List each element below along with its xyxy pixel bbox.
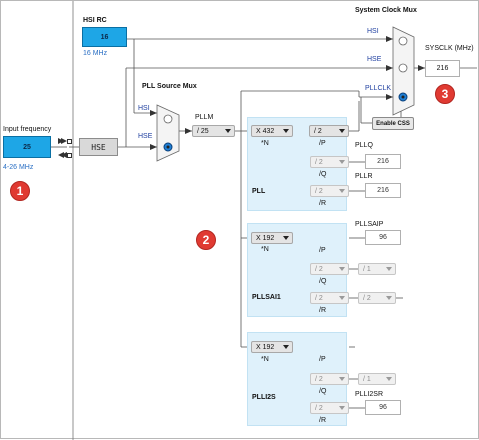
chevron-down-icon — [339, 189, 345, 193]
pllr-label: PLLR — [355, 173, 373, 180]
pllsai1-r-value: / 2 — [315, 294, 323, 302]
pll-r-dropdown[interactable]: / 2 — [310, 185, 349, 197]
pll-p-label: /P — [319, 140, 326, 147]
pllsai1-q-value: / 2 — [315, 265, 323, 273]
pllsai1-q-dropdown[interactable]: / 2 — [310, 263, 349, 275]
plli2s-q-divider-dropdown[interactable]: / 1 — [358, 373, 396, 385]
pllsai1-q-divider-dropdown[interactable]: / 1 — [358, 263, 396, 275]
pllsai1-r-divider-dropdown[interactable]: / 2 — [358, 292, 396, 304]
pll-n-label: *N — [261, 140, 269, 147]
plli2s-p-label: /P — [319, 356, 326, 363]
pll-q-dropdown[interactable]: / 2 — [310, 156, 349, 168]
pllsai1-n-value: X 192 — [256, 234, 275, 242]
badge-3: 3 — [435, 84, 455, 104]
system-clock-mux[interactable] — [393, 27, 414, 115]
badge-1: 1 — [10, 181, 30, 201]
sysclk-label: SYSCLK (MHz) — [425, 45, 474, 52]
chevron-down-icon — [386, 377, 392, 381]
pllq-label: PLLQ — [355, 142, 373, 149]
pllsaip-value-box[interactable]: 96 — [365, 230, 401, 245]
chevron-down-icon — [283, 345, 289, 349]
pll-source-mux-hse-label: HSE — [138, 133, 153, 140]
badge-2: 2 — [196, 230, 216, 250]
input-frequency-range: 4-26 MHz — [3, 164, 34, 171]
enable-css-button[interactable]: Enable CSS — [372, 117, 414, 130]
pll-p-value: / 2 — [314, 127, 322, 135]
input-terminal-bottom — [67, 153, 72, 158]
plli2s-n-value: X 192 — [256, 343, 275, 351]
hse-block: HSE — [79, 138, 118, 156]
plli2s-q-value: / 2 — [315, 375, 323, 383]
pllsai1-q-divider-value: / 1 — [363, 265, 371, 273]
chevron-down-icon — [339, 160, 345, 164]
chevron-down-icon — [225, 129, 231, 133]
pll-p-dropdown[interactable]: / 2 — [309, 125, 349, 137]
plli2s-r-label: /R — [319, 417, 326, 424]
pllm-value: / 25 — [197, 127, 209, 135]
system-clock-mux-hsi-label: HSI — [367, 28, 379, 35]
pllsai1-r-label: /R — [319, 307, 326, 314]
plli2s-q-dropdown[interactable]: / 2 — [310, 373, 349, 385]
pll-source-mux[interactable] — [157, 105, 179, 161]
pllsai1-r-dropdown[interactable]: / 2 — [310, 292, 349, 304]
pll-source-mux-title: PLL Source Mux — [142, 83, 197, 90]
chevron-down-icon — [386, 267, 392, 271]
chevron-down-icon — [386, 296, 392, 300]
chevron-down-icon — [339, 296, 345, 300]
pllsai1-n-dropdown[interactable]: X 192 — [251, 232, 293, 244]
pll-q-label: /Q — [319, 171, 327, 178]
pll-name: PLL — [252, 188, 266, 195]
pllsaip-label: PLLSAIP — [355, 221, 384, 228]
pllsai1-r-divider-value: / 2 — [363, 294, 371, 302]
plli2s-q-divider-value: / 1 — [363, 375, 371, 383]
chevron-down-icon — [339, 406, 345, 410]
system-clock-mux-hse-label: HSE — [367, 56, 382, 63]
pll-r-value: / 2 — [315, 187, 323, 195]
hsi-rc-label: HSI RC — [83, 17, 107, 24]
pllsai1-q-label: /Q — [319, 278, 327, 285]
chevron-down-icon — [339, 129, 345, 133]
hsi-rc-freq: 16 MHz — [83, 50, 108, 57]
hsi-rc-box: 16 — [82, 27, 127, 47]
pllm-label: PLLM — [195, 114, 214, 121]
plli2s-r-dropdown[interactable]: / 2 — [310, 402, 349, 414]
pllsai1-n-label: *N — [261, 246, 269, 253]
system-clock-mux-title: System Clock Mux — [355, 7, 417, 14]
plli2s-r-value: / 2 — [315, 404, 323, 412]
pllq-value-box[interactable]: 216 — [365, 154, 401, 169]
pll-n-dropdown[interactable]: X 432 — [251, 125, 293, 137]
chevron-down-icon — [339, 377, 345, 381]
pllsai1-p-label: /P — [319, 247, 326, 254]
plli2s-n-label: *N — [261, 356, 269, 363]
pllm-dropdown[interactable]: / 25 — [192, 125, 235, 137]
pll-r-label: /R — [319, 200, 326, 207]
chevron-down-icon — [339, 267, 345, 271]
chevron-down-icon — [283, 236, 289, 240]
plli2sr-label: PLLI2SR — [355, 391, 384, 398]
pllsai1-name: PLLSAI1 — [252, 294, 281, 301]
plli2s-q-label: /Q — [319, 388, 327, 395]
pll-n-value: X 432 — [256, 127, 275, 135]
system-clock-mux-pllclk-label: PLLCLK — [365, 85, 392, 92]
plli2s-n-dropdown[interactable]: X 192 — [251, 341, 293, 353]
chevron-down-icon — [283, 129, 289, 133]
input-terminal-top — [67, 139, 72, 144]
input-frequency-label: Input frequency — [3, 126, 52, 133]
pll-q-value: / 2 — [315, 158, 323, 166]
plli2s-name: PLLI2S — [252, 394, 276, 401]
pll-source-mux-hsi-label: HSI — [138, 105, 150, 112]
input-frequency-field[interactable]: 25 — [3, 136, 51, 158]
sysclk-value-box[interactable]: 216 — [425, 60, 460, 77]
plli2sr-value-box[interactable]: 96 — [365, 400, 401, 415]
pllr-value-box[interactable]: 216 — [365, 183, 401, 198]
